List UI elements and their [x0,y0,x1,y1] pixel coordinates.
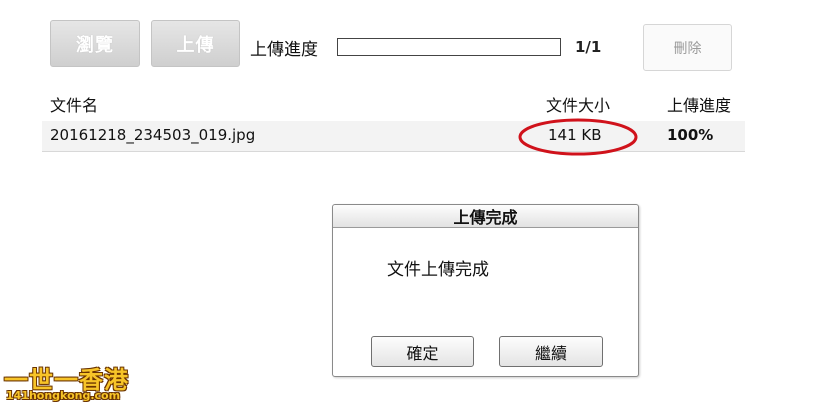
upload-complete-dialog: 上傳完成 文件上傳完成 確定 繼續 [332,204,639,377]
watermark-site: 141hongkong.com [6,389,121,402]
upload-progress-bar [337,38,561,56]
file-progress-cell: 100% [667,126,714,144]
browse-button[interactable]: 瀏覽 [50,20,140,67]
dialog-message: 文件上傳完成 [387,260,489,280]
upload-button[interactable]: 上傳 [151,20,240,67]
ok-button[interactable]: 確定 [371,336,474,367]
continue-button[interactable]: 繼續 [499,336,603,367]
delete-button[interactable]: 刪除 [643,24,732,71]
highlight-circle [518,118,638,156]
column-header-filesize: 文件大小 [546,96,611,115]
file-count: 1/1 [575,38,602,56]
column-header-filename: 文件名 [50,96,99,115]
column-header-progress: 上傳進度 [667,96,732,115]
upload-progress-label: 上傳進度 [250,40,318,60]
file-name-cell: 20161218_234503_019.jpg [50,126,256,144]
dialog-title: 上傳完成 [333,205,638,228]
